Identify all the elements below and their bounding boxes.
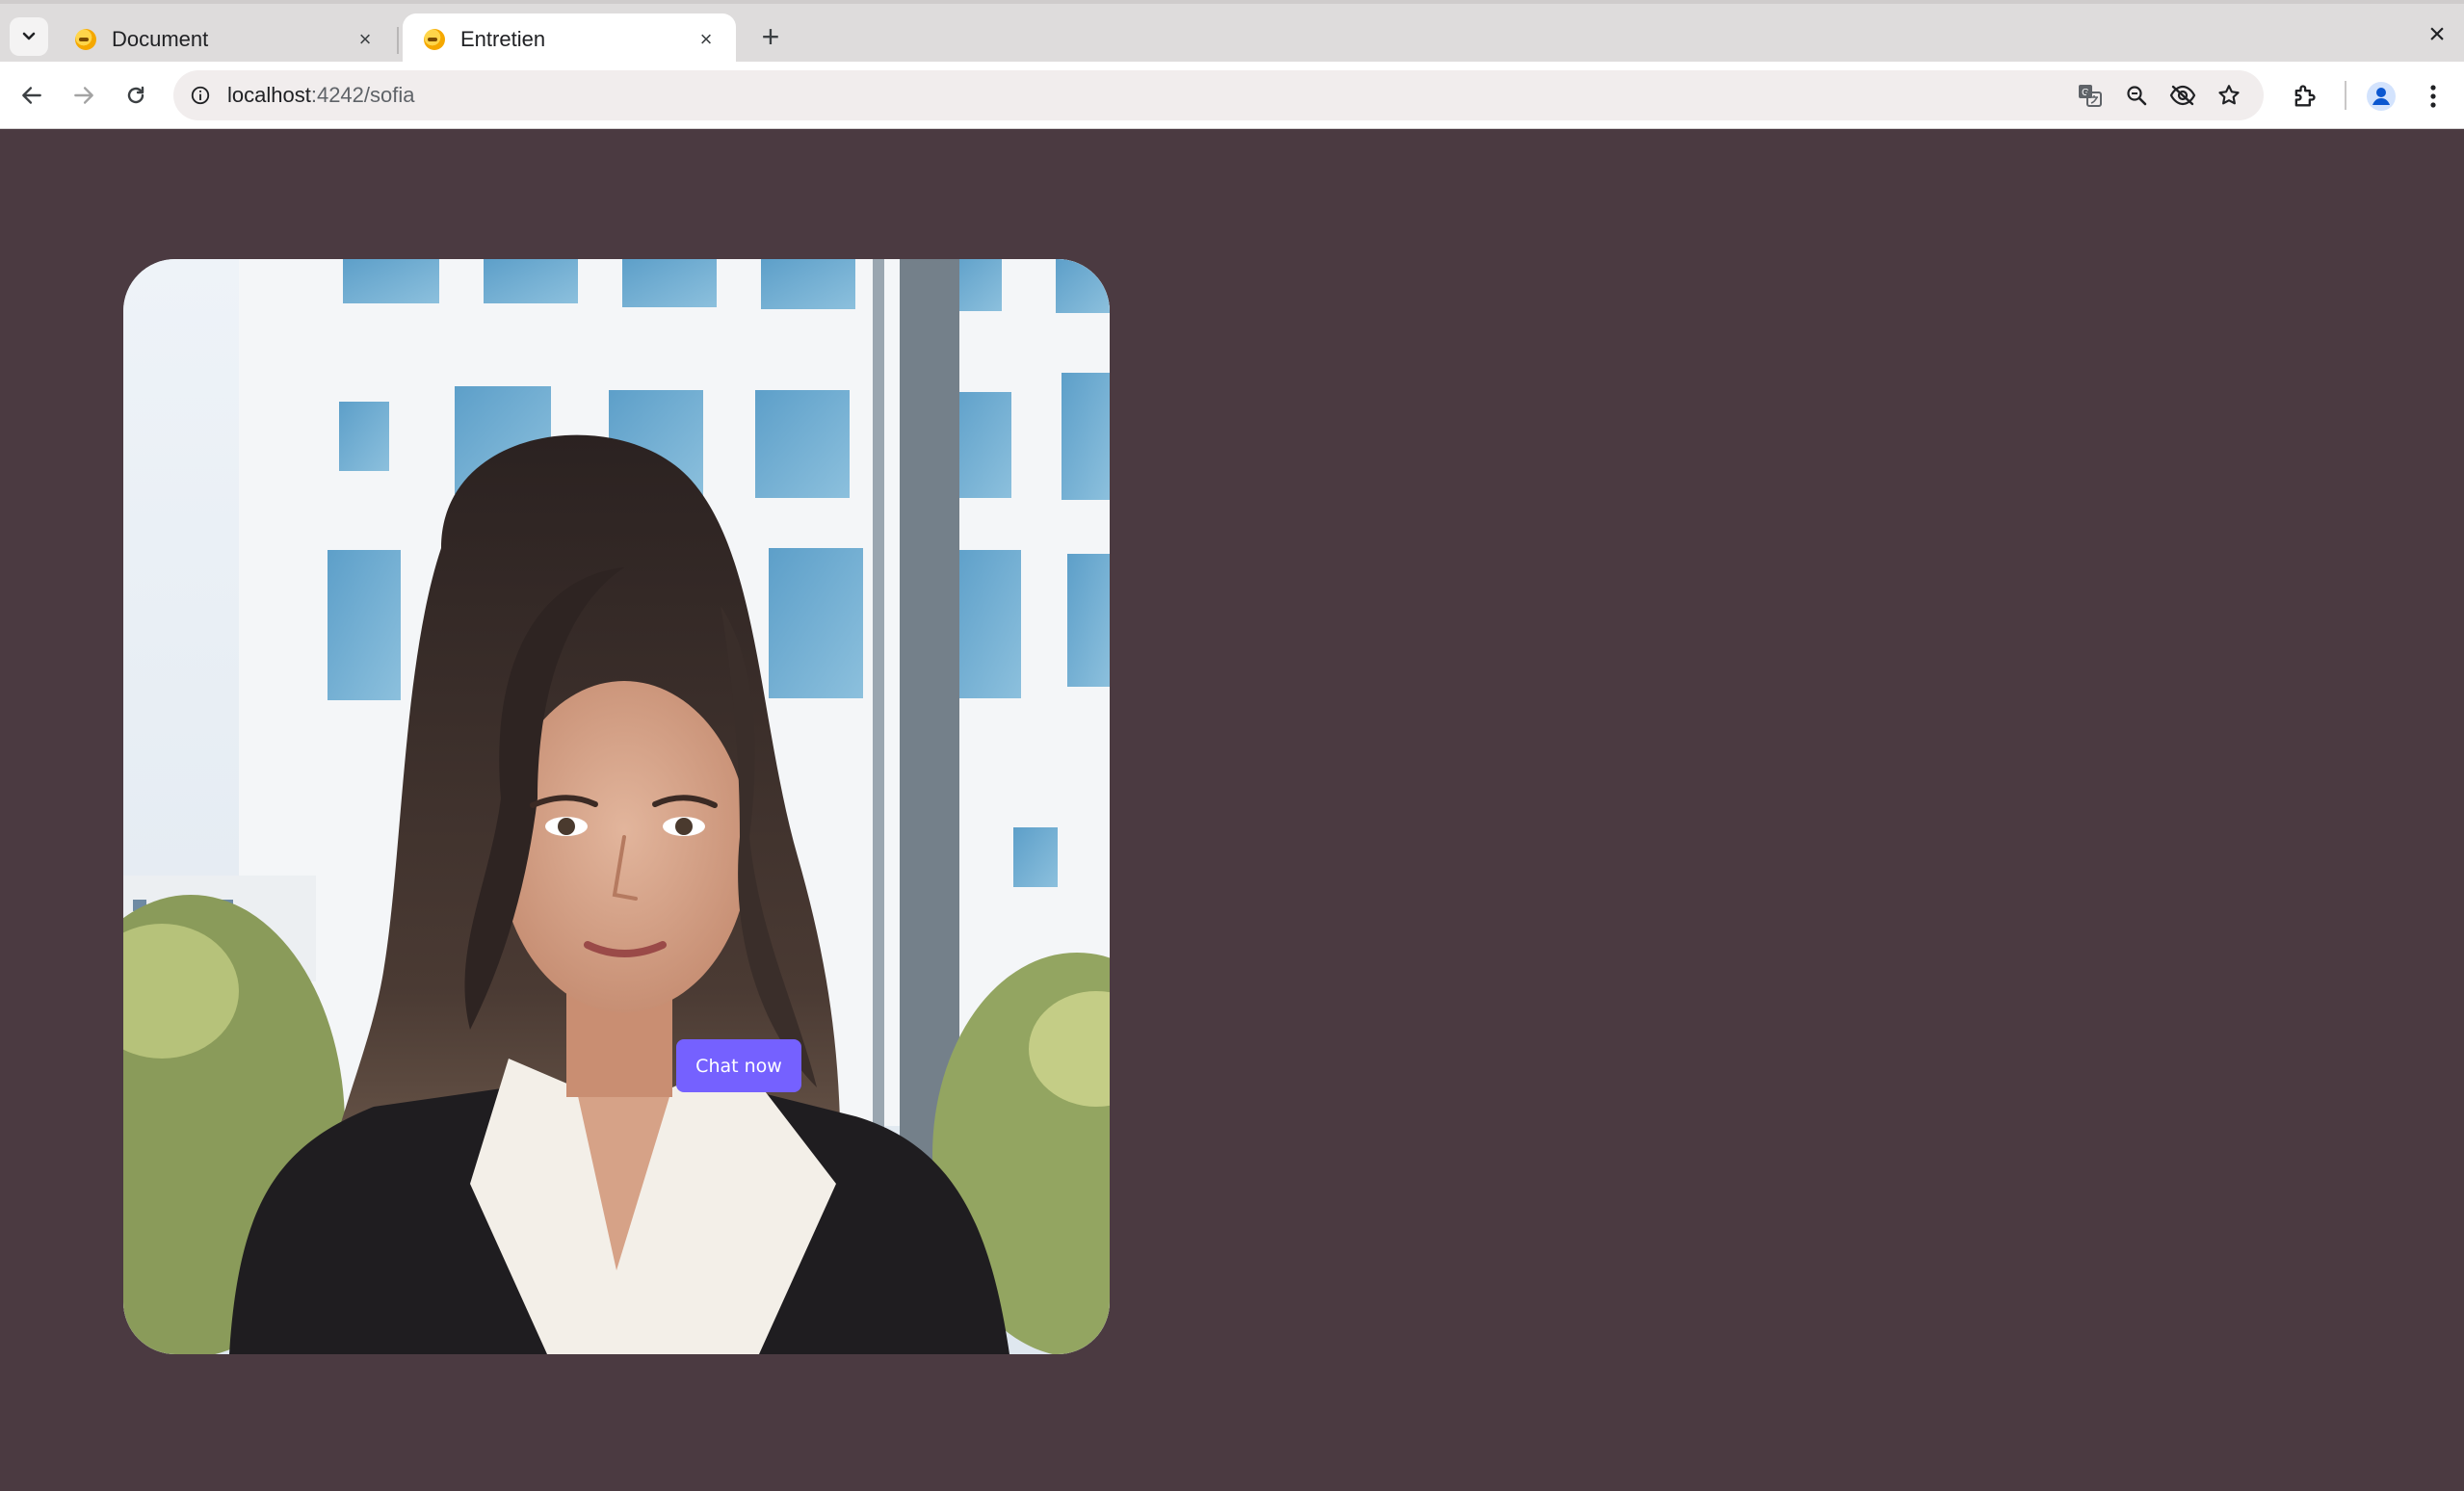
translate-button[interactable]: G (2073, 78, 2108, 113)
bookmark-star-icon (2218, 85, 2240, 105)
menu-icon (2430, 85, 2436, 108)
back-icon (22, 87, 41, 104)
favicon-icon (424, 29, 445, 50)
bookmark-button[interactable] (2212, 78, 2246, 113)
window-close-button[interactable]: × (2418, 15, 2456, 54)
chat-now-button[interactable]: Chat now (676, 1039, 801, 1092)
address-bar[interactable]: localhost:4242/sofia G (173, 70, 2264, 120)
avatar-video[interactable]: Chat now (123, 259, 1110, 1354)
toolbar-divider (2345, 81, 2346, 110)
tab-entretien[interactable]: Entretien × (403, 13, 736, 65)
extensions-button[interactable] (2285, 77, 2323, 116)
extensions-icon (2294, 85, 2316, 107)
browser-menu-button[interactable] (2414, 77, 2452, 116)
tab-close-icon[interactable]: × (353, 27, 378, 52)
favicon-icon (75, 29, 96, 50)
tracking-protection-button[interactable] (2165, 78, 2200, 113)
tab-separator (397, 27, 399, 54)
url-text[interactable]: localhost:4242/sofia (227, 83, 414, 108)
url-host: localhost (227, 83, 311, 107)
avatar-video-frame (123, 259, 1110, 1354)
tracking-protection-icon (2169, 85, 2196, 106)
tab-title: Entretien (460, 27, 546, 51)
new-tab-button[interactable]: + (751, 17, 790, 56)
back-button[interactable] (12, 75, 52, 116)
tab-close-icon[interactable]: × (694, 27, 719, 52)
tab-title: Document (112, 27, 209, 51)
translate-icon: G (2079, 85, 2102, 107)
profile-icon (2367, 82, 2396, 111)
zoom-icon (2127, 86, 2147, 106)
tab-strip: Document × Entretien × + × (0, 0, 2464, 65)
site-info-icon (191, 86, 210, 105)
url-path: :4242/sofia (310, 83, 415, 107)
profile-button[interactable] (2362, 77, 2400, 116)
chevron-down-icon (22, 32, 36, 40)
zoom-button[interactable] (2119, 78, 2154, 113)
tab-search-button[interactable] (10, 17, 48, 56)
forward-icon (74, 87, 93, 104)
forward-button[interactable] (64, 75, 104, 116)
reload-button[interactable] (116, 75, 156, 116)
tab-document[interactable]: Document × (54, 13, 395, 65)
reload-icon (127, 86, 144, 104)
site-info-button[interactable] (185, 80, 216, 111)
browser-toolbar: localhost:4242/sofia G (0, 62, 2464, 129)
